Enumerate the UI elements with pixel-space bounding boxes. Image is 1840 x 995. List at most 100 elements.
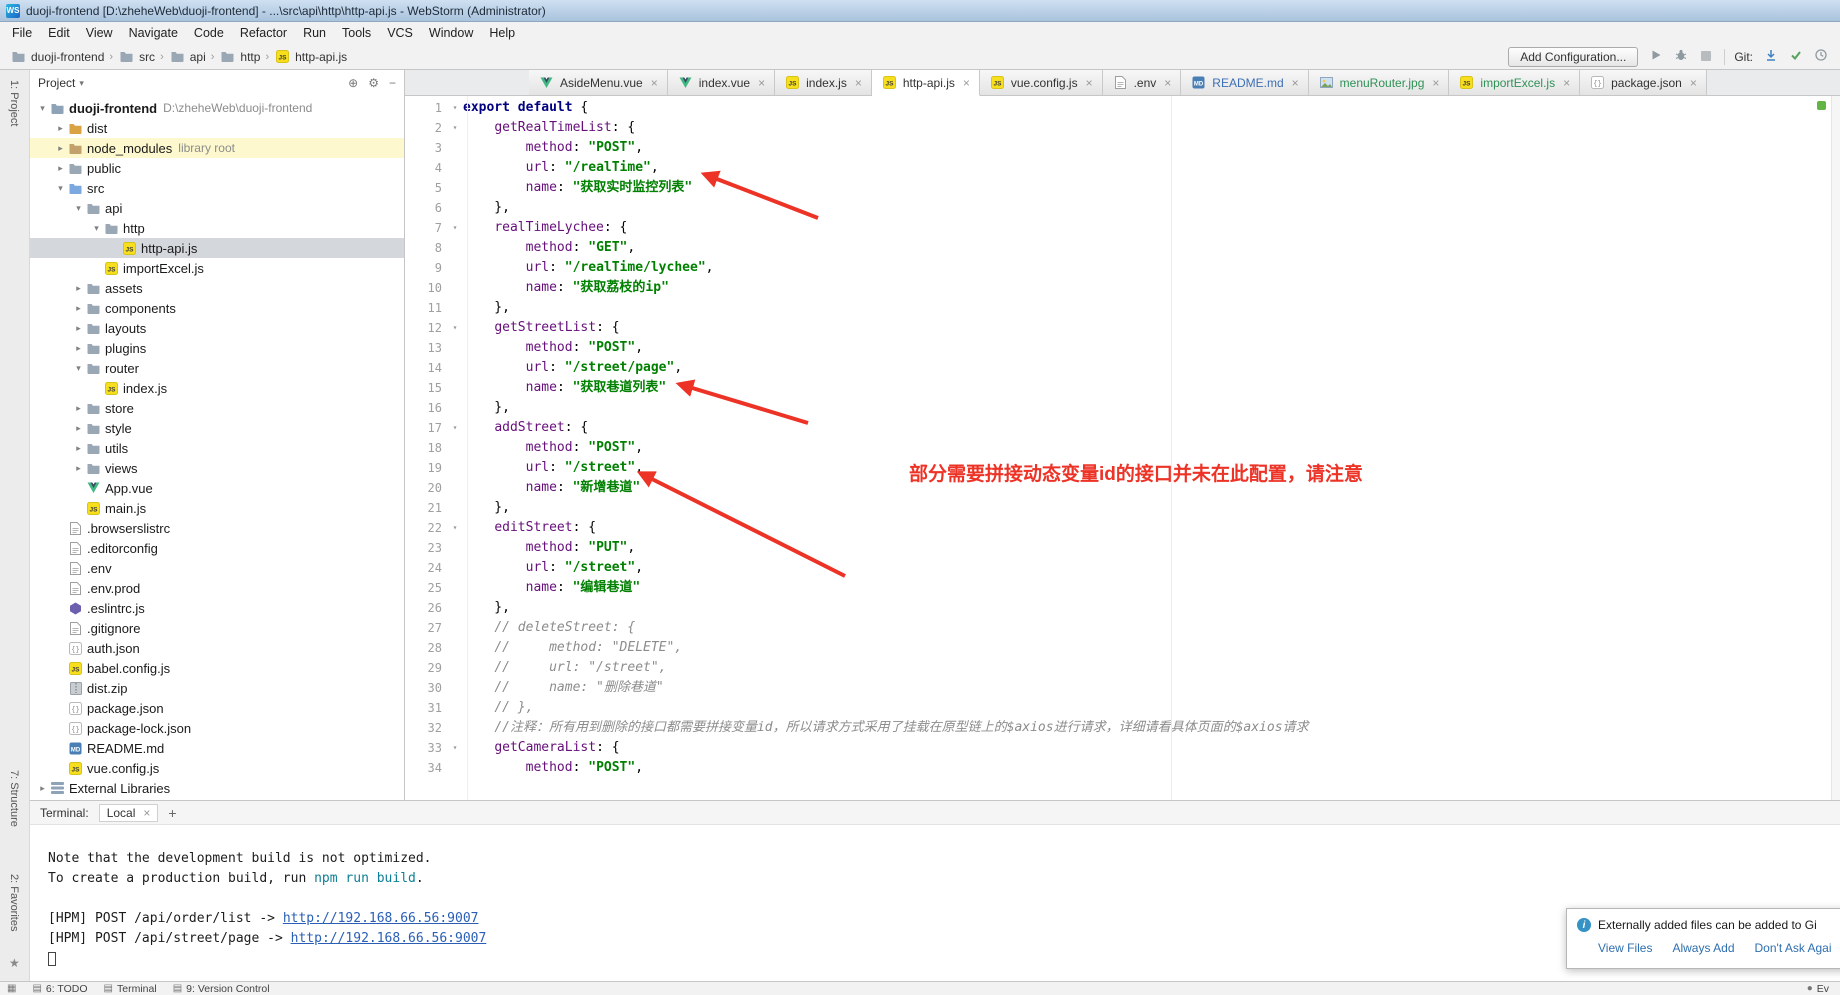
breadcrumb-item-src[interactable]: src bbox=[118, 50, 155, 64]
code-line-17[interactable]: 17▾ addStreet: { bbox=[405, 418, 1840, 438]
menu-code[interactable]: Code bbox=[186, 24, 232, 42]
chevron-collapsed-icon[interactable]: ▸ bbox=[72, 403, 85, 414]
tab-vue-config-js[interactable]: JSvue.config.js× bbox=[980, 70, 1103, 95]
tree-item-env[interactable]: .env bbox=[30, 558, 404, 578]
chevron-expanded-icon[interactable]: ▾ bbox=[72, 203, 85, 214]
tree-item-auth-json[interactable]: {}auth.json bbox=[30, 638, 404, 658]
status-item-9-version-control[interactable]: ▤9: Version Control bbox=[173, 983, 270, 995]
tree-item-layouts[interactable]: ▸layouts bbox=[30, 318, 404, 338]
debug-button[interactable] bbox=[1672, 48, 1690, 66]
code-line-4[interactable]: 4 url: "/realTime", bbox=[405, 158, 1840, 178]
code-line-2[interactable]: 2▾ getRealTimeList: { bbox=[405, 118, 1840, 138]
code-line-11[interactable]: 11 }, bbox=[405, 298, 1840, 318]
tool-window-button-project[interactable]: 1: Project bbox=[8, 80, 20, 126]
code-line-32[interactable]: 32 //注释：所有用到删除的接口都需要拼接变量id，所以请求方式采用了挂载在原… bbox=[405, 718, 1840, 738]
close-icon[interactable]: × bbox=[1563, 76, 1570, 90]
settings-gear-icon[interactable]: ⚙ bbox=[368, 76, 379, 90]
code-line-28[interactable]: 28 // method: "DELETE", bbox=[405, 638, 1840, 658]
tree-item-browserslistrc[interactable]: .browserslistrc bbox=[30, 518, 404, 538]
code-line-24[interactable]: 24 url: "/street", bbox=[405, 558, 1840, 578]
close-icon[interactable]: × bbox=[1164, 76, 1171, 90]
terminal-tab-local[interactable]: Local × bbox=[99, 804, 159, 822]
menu-run[interactable]: Run bbox=[295, 24, 334, 42]
fold-icon[interactable]: ▾ bbox=[447, 218, 463, 238]
menu-tools[interactable]: Tools bbox=[334, 24, 379, 42]
tool-window-button-favorites[interactable]: 2: Favorites bbox=[8, 874, 20, 931]
menu-edit[interactable]: Edit bbox=[40, 24, 78, 42]
tree-item-external-libraries[interactable]: ▸External Libraries bbox=[30, 778, 404, 798]
close-icon[interactable]: × bbox=[963, 76, 970, 90]
tree-item-eslintrc-js[interactable]: .eslintrc.js bbox=[30, 598, 404, 618]
tree-item-readme-md[interactable]: MDREADME.md bbox=[30, 738, 404, 758]
status-item-event-log[interactable]: ●Ev bbox=[1807, 983, 1833, 995]
tab-asidemenu-vue[interactable]: AsideMenu.vue× bbox=[529, 70, 668, 95]
tree-item-package-lock-json[interactable]: {}package-lock.json bbox=[30, 718, 404, 738]
tab-package-json[interactable]: {}package.json× bbox=[1580, 70, 1707, 95]
status-item-terminal[interactable]: ▤Terminal bbox=[104, 983, 157, 995]
code-line-21[interactable]: 21 }, bbox=[405, 498, 1840, 518]
breadcrumb-item-duoji-frontend[interactable]: duoji-frontend bbox=[10, 50, 104, 64]
chevron-expanded-icon[interactable]: ▾ bbox=[72, 363, 85, 374]
close-icon[interactable]: × bbox=[758, 76, 765, 90]
code-line-26[interactable]: 26 }, bbox=[405, 598, 1840, 618]
code-line-8[interactable]: 8 method: "GET", bbox=[405, 238, 1840, 258]
menu-navigate[interactable]: Navigate bbox=[121, 24, 186, 42]
tree-item-node-modules[interactable]: ▸node_moduleslibrary root bbox=[30, 138, 404, 158]
close-icon[interactable]: × bbox=[1690, 76, 1697, 90]
tree-item-views[interactable]: ▸views bbox=[30, 458, 404, 478]
fold-icon[interactable]: ▾ bbox=[447, 418, 463, 438]
menu-refactor[interactable]: Refactor bbox=[232, 24, 295, 42]
run-button[interactable] bbox=[1647, 48, 1665, 66]
code-line-15[interactable]: 15 name: "获取巷道列表" bbox=[405, 378, 1840, 398]
code-editor[interactable]: 1▾export default {2▾ getRealTimeList: {3… bbox=[405, 96, 1840, 800]
tree-item-store[interactable]: ▸store bbox=[30, 398, 404, 418]
chevron-collapsed-icon[interactable]: ▸ bbox=[54, 143, 67, 154]
tree-item-editorconfig[interactable]: .editorconfig bbox=[30, 538, 404, 558]
close-icon[interactable]: × bbox=[1292, 76, 1299, 90]
tree-item-api[interactable]: ▾api bbox=[30, 198, 404, 218]
code-line-27[interactable]: 27 // deleteStreet: { bbox=[405, 618, 1840, 638]
code-line-22[interactable]: 22▾ editStreet: { bbox=[405, 518, 1840, 538]
tab-menurouter-jpg[interactable]: menuRouter.jpg× bbox=[1309, 70, 1450, 95]
chevron-collapsed-icon[interactable]: ▸ bbox=[54, 163, 67, 174]
close-icon[interactable]: × bbox=[1086, 76, 1093, 90]
notification-action-view-files[interactable]: View Files bbox=[1598, 941, 1652, 955]
chevron-collapsed-icon[interactable]: ▸ bbox=[72, 343, 85, 354]
fold-icon[interactable]: ▾ bbox=[447, 738, 463, 758]
code-line-13[interactable]: 13 method: "POST", bbox=[405, 338, 1840, 358]
tool-window-switcher-icon[interactable]: ▦ bbox=[7, 983, 16, 994]
code-line-7[interactable]: 7▾ realTimeLychee: { bbox=[405, 218, 1840, 238]
menu-help[interactable]: Help bbox=[481, 24, 523, 42]
tree-item-router[interactable]: ▾router bbox=[30, 358, 404, 378]
tree-item-public[interactable]: ▸public bbox=[30, 158, 404, 178]
code-line-3[interactable]: 3 method: "POST", bbox=[405, 138, 1840, 158]
fold-icon[interactable]: ▾ bbox=[447, 518, 463, 538]
chevron-collapsed-icon[interactable]: ▸ bbox=[72, 443, 85, 454]
git-commit-button[interactable] bbox=[1787, 48, 1805, 66]
code-line-6[interactable]: 6 }, bbox=[405, 198, 1840, 218]
breadcrumb-item-http[interactable]: http bbox=[219, 50, 260, 64]
tab-index-vue[interactable]: index.vue× bbox=[668, 70, 775, 95]
tree-item-vue-config-js[interactable]: JSvue.config.js bbox=[30, 758, 404, 778]
notification-action-always-add[interactable]: Always Add bbox=[1672, 941, 1734, 955]
tree-item-plugins[interactable]: ▸plugins bbox=[30, 338, 404, 358]
code-line-29[interactable]: 29 // url: "/street", bbox=[405, 658, 1840, 678]
tool-window-button-structure[interactable]: 7: Structure bbox=[8, 770, 20, 827]
close-icon[interactable]: × bbox=[855, 76, 862, 90]
tree-item-assets[interactable]: ▸assets bbox=[30, 278, 404, 298]
breadcrumb-item-http-api-js[interactable]: JShttp-api.js bbox=[274, 50, 347, 64]
code-line-12[interactable]: 12▾ getStreetList: { bbox=[405, 318, 1840, 338]
code-line-10[interactable]: 10 name: "获取荔枝的ip" bbox=[405, 278, 1840, 298]
terminal-link[interactable]: http://192.168.66.56:9007 bbox=[283, 911, 479, 926]
hide-panel-icon[interactable]: − bbox=[389, 76, 396, 90]
tree-item-style[interactable]: ▸style bbox=[30, 418, 404, 438]
stop-button[interactable] bbox=[1697, 48, 1715, 66]
tree-item-duoji-frontend[interactable]: ▾duoji-frontendD:\zheheWeb\duoji-fronten… bbox=[30, 98, 404, 118]
code-line-31[interactable]: 31 // }, bbox=[405, 698, 1840, 718]
close-icon[interactable]: × bbox=[143, 806, 150, 820]
chevron-collapsed-icon[interactable]: ▸ bbox=[72, 303, 85, 314]
menu-vcs[interactable]: VCS bbox=[379, 24, 421, 42]
notification-action-don-t-ask-agai[interactable]: Don't Ask Agai bbox=[1755, 941, 1832, 955]
menu-file[interactable]: File bbox=[4, 24, 40, 42]
code-line-25[interactable]: 25 name: "编辑巷道" bbox=[405, 578, 1840, 598]
